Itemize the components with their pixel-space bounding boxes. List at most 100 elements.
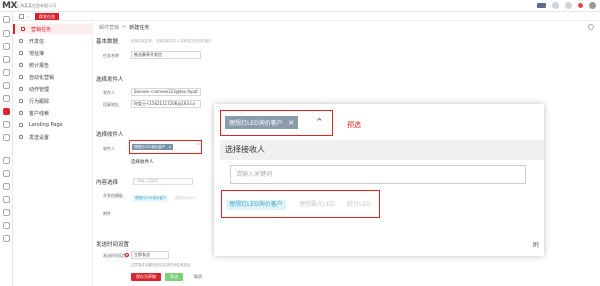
phone-icon[interactable] xyxy=(3,209,10,216)
avatar[interactable] xyxy=(589,2,596,9)
mail-icon[interactable] xyxy=(3,30,10,37)
content-option[interactable]: 国际品光LED xyxy=(175,195,196,202)
app-logo: MX xyxy=(2,1,17,11)
chevron-up-icon[interactable]: ⌃ xyxy=(315,116,324,129)
sidebar-item-label: 统计报告 xyxy=(29,62,50,69)
sidebar-item-dev-letter[interactable]: 开发信 xyxy=(13,36,93,46)
cancel-button[interactable]: 取消 xyxy=(189,273,207,281)
action-icon xyxy=(19,87,23,91)
automation-icon xyxy=(19,75,23,79)
time-select[interactable]: 立即发送 xyxy=(131,251,169,259)
task-name-label: 任务名称 xyxy=(103,53,119,58)
language-flag-icon[interactable] xyxy=(537,3,546,8)
recipient-chip[interactable]: 理想灯LED询价客户 × xyxy=(132,144,174,150)
shield-icon[interactable] xyxy=(3,235,10,242)
tracking-icon xyxy=(19,99,23,103)
section-content: 内容选择 xyxy=(96,180,119,186)
recipient-label: 收件人 xyxy=(103,146,115,151)
sidebar-item-automation[interactable]: 自动化营销 xyxy=(13,72,93,82)
sidebar-item-label: 动作管理 xyxy=(29,86,50,93)
section-recipient: 选择收件人 xyxy=(96,132,124,138)
folder-icon[interactable] xyxy=(3,183,10,190)
help-icon[interactable] xyxy=(565,2,572,9)
breadcrumb-parent[interactable]: 邮件营销 xyxy=(99,24,119,31)
breadcrumb: 邮件营销 > 新建任务 xyxy=(99,24,149,31)
zoom-recipient-chip[interactable]: 理想灯LED询价客户 × xyxy=(225,116,299,129)
breadcrumb-current: 新建任务 xyxy=(129,25,150,31)
top-bar: MX 上海某某信息有限公司 xyxy=(0,0,600,12)
sidebar-item-leads[interactable]: 客户线索 xyxy=(13,108,93,118)
sidebar-item-label: Landing Page xyxy=(29,122,63,128)
task-name-input[interactable]: 推送春季开发信 xyxy=(131,51,201,59)
send-button[interactable]: 发送 xyxy=(165,273,183,281)
chart-icon[interactable] xyxy=(3,56,10,63)
zoom-chip-label: 理想灯LED询价客户 xyxy=(229,120,283,127)
sidebar-item-tracking[interactable]: 行为跟踪 xyxy=(13,96,93,106)
sidebar-item-actions[interactable]: 动作管理 xyxy=(13,84,93,94)
zoom-option[interactable]: 欧灯LED xyxy=(347,200,371,210)
user-icon[interactable] xyxy=(3,95,10,102)
breadcrumb-separator: > xyxy=(122,24,127,30)
sidebar-item-label: 营销任务 xyxy=(31,26,52,33)
zoom-search-input[interactable]: 请输入关键词 xyxy=(230,165,526,184)
top-right-tools xyxy=(537,2,596,9)
tab-mass-send[interactable]: 群发任务 xyxy=(35,13,59,20)
zoom-option[interactable]: 理想霸光LED xyxy=(299,200,335,210)
annotation-note: 预选 xyxy=(347,121,361,129)
icon-rail xyxy=(0,12,13,286)
time-label: 发送时间设置 xyxy=(103,253,127,258)
calendar-icon[interactable] xyxy=(3,196,10,203)
zoom-edge-text: 附 xyxy=(533,242,540,249)
from-label: 发件人 xyxy=(103,90,115,95)
home-tab-icon[interactable] xyxy=(19,14,24,19)
sidebar-item-label: 行为跟踪 xyxy=(29,98,50,105)
sidebar-item-label: 客户线索 xyxy=(29,110,50,117)
help-icon[interactable] xyxy=(588,24,594,30)
sidebar-item-send-settings[interactable]: 发送设置 xyxy=(13,132,93,142)
template-label: 开发信模板 xyxy=(103,193,123,198)
document-icon[interactable] xyxy=(3,134,10,141)
list-icon[interactable] xyxy=(3,69,10,76)
reply-label: 回复地址 xyxy=(103,102,119,107)
company-name: 上海某某信息有限公司 xyxy=(16,3,56,8)
sidebar-item-label: 开发信 xyxy=(29,38,45,45)
zoom-recipient-select[interactable]: 理想灯LED询价客户 × ⌃ xyxy=(220,110,333,136)
sidebar: 营销任务 开发信 地址簿 统计报告 自动化营销 动作管理 行为跟踪 客户线索 L… xyxy=(13,21,93,286)
sidebar-item-landing-page[interactable]: Landing Page xyxy=(13,120,93,130)
sidebar-item-label: 地址簿 xyxy=(29,50,45,57)
radio-button[interactable] xyxy=(125,253,129,257)
sidebar-item-marketing-task[interactable]: 营销任务 xyxy=(13,24,93,34)
bell-icon[interactable] xyxy=(3,157,10,164)
sidebar-item-label: 发送设置 xyxy=(29,134,50,141)
close-icon[interactable]: × xyxy=(288,118,295,127)
zoom-option[interactable]: 理想灯LED询价客户 xyxy=(226,200,286,210)
share-icon[interactable] xyxy=(3,222,10,229)
schedule-hint: 注意事件设置完成后发送时间会有延迟 xyxy=(131,263,191,267)
reply-select[interactable]: 何女士<15621117206@163.co xyxy=(131,100,201,108)
section-schedule: 发送时间设置 xyxy=(96,242,130,248)
sidebar-item-address-book[interactable]: 地址簿 xyxy=(13,48,93,58)
tab-bar: ‹ 群发任务 xyxy=(13,12,600,21)
settings-icon[interactable] xyxy=(3,121,10,128)
home-icon[interactable] xyxy=(3,16,10,23)
message-icon[interactable] xyxy=(552,2,559,9)
contacts-icon[interactable] xyxy=(3,43,10,50)
save-draft-button[interactable]: 保存为草稿 xyxy=(131,273,161,281)
notification-badge-icon[interactable] xyxy=(578,3,583,8)
chevron-up-icon[interactable]: ⌃ xyxy=(196,143,200,149)
sidebar-item-reports[interactable]: 统计报告 xyxy=(13,60,93,70)
content-option[interactable]: 理想灯LED询价客户 xyxy=(133,195,169,202)
from-select[interactable]: Sonnee <sonnee123@tex.foput xyxy=(131,88,201,96)
sidebar-item-label: 自动化营销 xyxy=(29,74,55,81)
report-icon xyxy=(19,63,23,67)
marketing-icon[interactable] xyxy=(3,108,10,115)
close-icon[interactable]: × xyxy=(168,145,171,149)
tab-scroll-left-icon[interactable]: ‹ xyxy=(27,14,29,20)
content-search-input[interactable]: 请输入关键词 xyxy=(133,178,193,185)
grid-icon[interactable] xyxy=(3,82,10,89)
recipient-chip-label: 理想灯LED询价客户 xyxy=(134,145,166,149)
gear-icon xyxy=(19,135,23,139)
section-basic: 基本数据 xyxy=(96,39,119,45)
tag-icon[interactable] xyxy=(3,170,10,177)
dropdown-title: 选择收件人 xyxy=(131,160,154,165)
